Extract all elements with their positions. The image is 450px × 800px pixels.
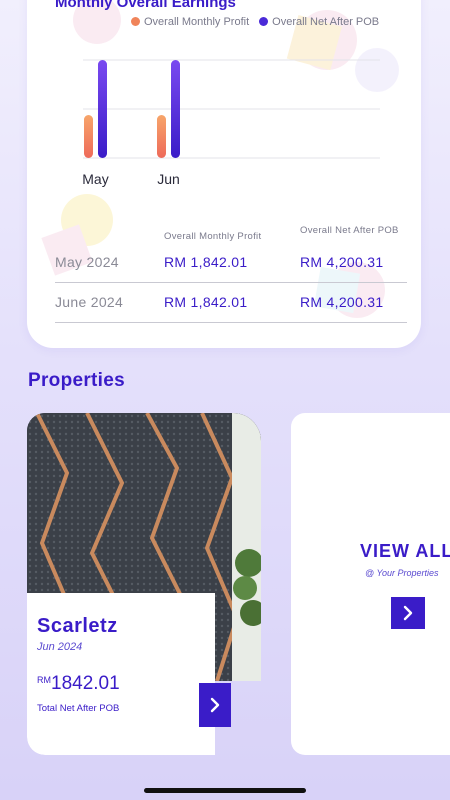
chevron-right-icon xyxy=(403,605,413,621)
property-amount: RM1842.01 xyxy=(37,673,120,695)
row-profit: RM 1,842.01 xyxy=(164,294,248,310)
section-title-properties: Properties xyxy=(28,370,125,391)
row-profit: RM 1,842.01 xyxy=(164,254,248,270)
bar-may-net xyxy=(98,60,107,158)
property-subtitle: Total Net After POB xyxy=(37,703,120,714)
property-name: Scarletz xyxy=(37,615,118,637)
row-month: May 2024 xyxy=(55,254,119,270)
row-net: RM 4,200.31 xyxy=(300,294,384,310)
chevron-right-icon xyxy=(210,697,220,713)
table-header-net: Overall Net After POB xyxy=(300,225,399,236)
property-date: Jun 2024 xyxy=(37,641,83,653)
table-row: May 2024 RM 1,842.01 RM 4,200.31 xyxy=(55,242,407,283)
property-open-button[interactable] xyxy=(199,683,231,727)
view-all-title: VIEW ALL xyxy=(360,541,450,561)
x-tick-label: Jun xyxy=(157,171,180,187)
view-all-button[interactable] xyxy=(391,597,425,629)
view-all-card[interactable]: VIEW ALL @ Your Properties xyxy=(291,413,450,755)
property-card-scarletz[interactable]: Scarletz Jun 2024 RM1842.01 Total Net Af… xyxy=(27,413,261,755)
earnings-chart: May Jun xyxy=(82,59,380,187)
row-net: RM 4,200.31 xyxy=(300,254,384,270)
x-tick-label: May xyxy=(82,171,108,187)
table-row: June 2024 RM 1,842.01 RM 4,200.31 xyxy=(55,282,407,323)
bar-may-profit xyxy=(84,115,93,158)
bar-jun-profit xyxy=(157,115,166,158)
row-month: June 2024 xyxy=(55,294,124,310)
home-indicator[interactable] xyxy=(144,788,306,793)
property-currency: RM xyxy=(37,675,51,685)
view-all-subtitle: @ Your Properties xyxy=(365,568,439,578)
property-info-panel: Scarletz Jun 2024 RM1842.01 Total Net Af… xyxy=(27,593,215,755)
earnings-card: Monthly Overall Earnings Overall Monthly… xyxy=(27,0,421,348)
bar-jun-net xyxy=(171,60,180,158)
property-amount-value: 1842.01 xyxy=(51,673,120,694)
